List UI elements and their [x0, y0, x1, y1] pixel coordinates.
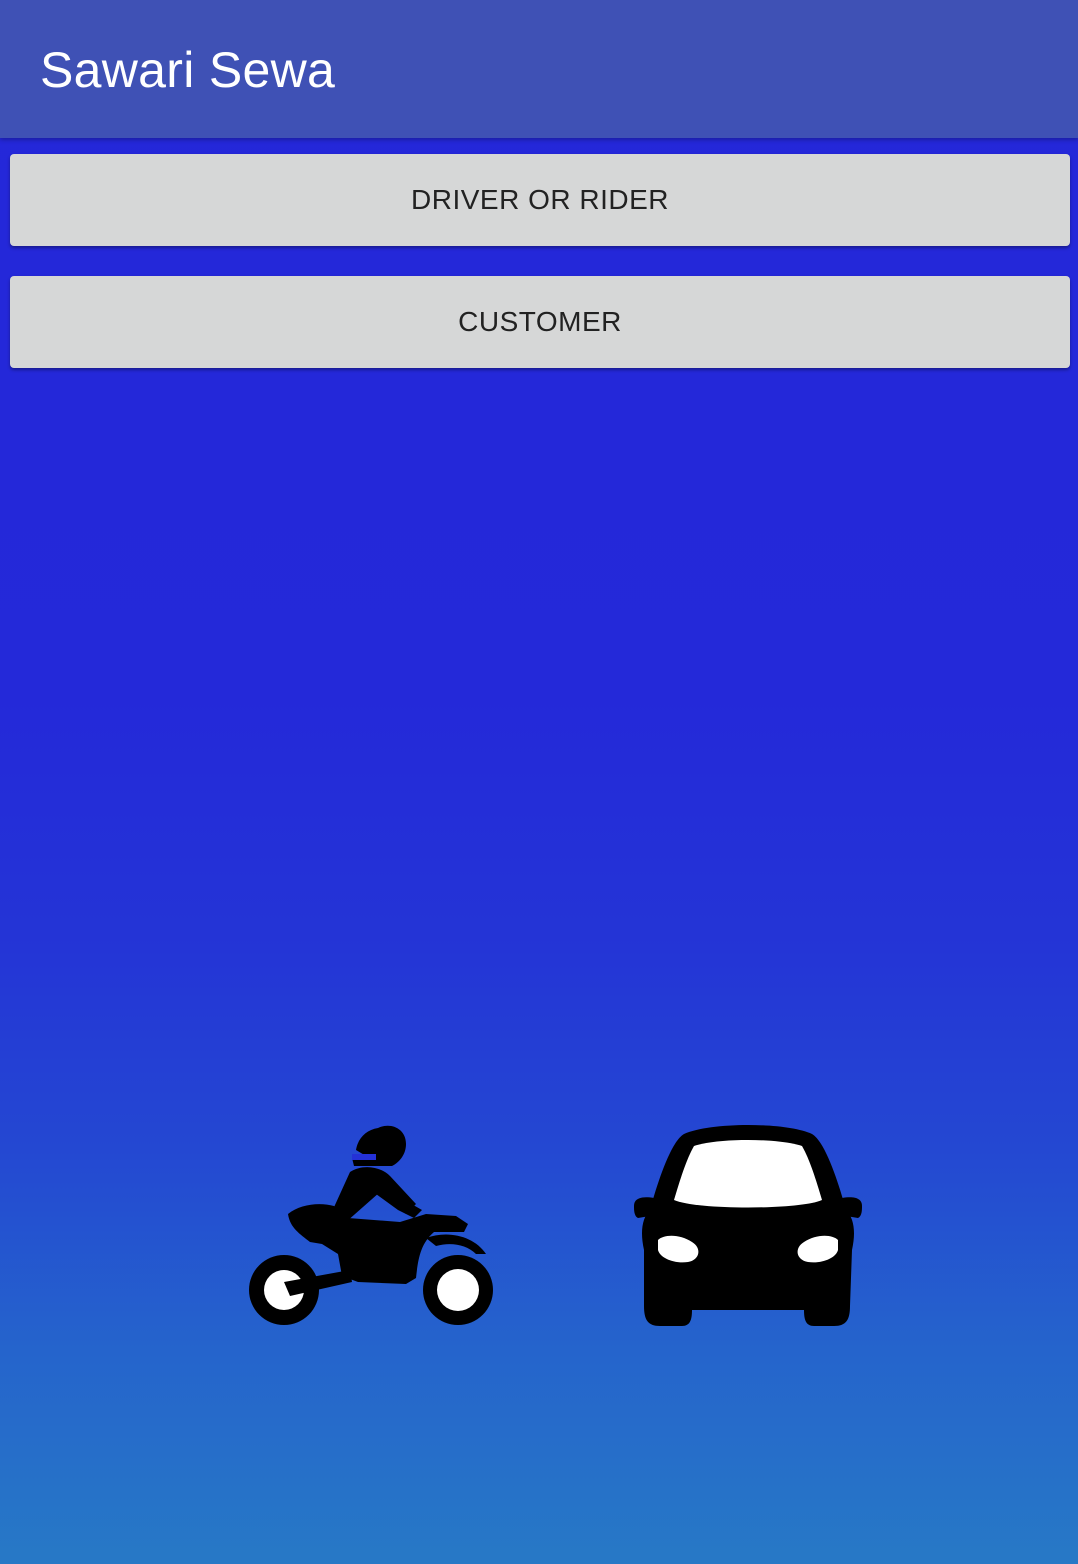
app-title: Sawari Sewa	[40, 42, 336, 98]
app-bar: Sawari Sewa	[0, 0, 1078, 138]
car-icon	[634, 1125, 862, 1326]
customer-button[interactable]: CUSTOMER	[10, 276, 1070, 368]
driver-or-rider-button[interactable]: DRIVER OR RIDER	[10, 154, 1070, 246]
motorcycle-rider-icon	[249, 1125, 493, 1325]
vehicle-illustration	[230, 1110, 890, 1350]
